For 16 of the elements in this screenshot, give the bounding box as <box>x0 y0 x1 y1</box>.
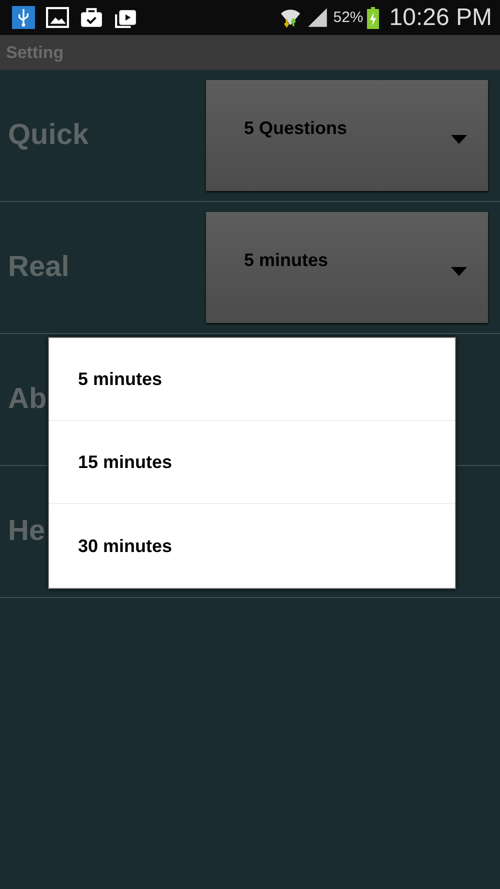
setting-label: Ab <box>8 383 47 416</box>
battery-percent: 52% <box>333 9 364 26</box>
caret-icon <box>451 267 467 276</box>
setting-label: He <box>8 515 46 548</box>
setting-label: Real <box>8 251 70 284</box>
picture-icon <box>46 6 69 29</box>
clock-time: 10:26 PM <box>389 4 492 32</box>
menu-option[interactable]: 5 minutes <box>49 338 455 421</box>
caret-icon <box>451 135 467 144</box>
setting-label: Quick <box>8 119 89 152</box>
signal-icon <box>306 6 330 29</box>
briefcase-check-icon <box>80 6 103 29</box>
menu-option[interactable]: 30 minutes <box>49 504 455 588</box>
usb-icon <box>12 6 35 29</box>
menu-option[interactable]: 15 minutes <box>49 421 455 504</box>
battery-charging-icon <box>367 6 380 28</box>
